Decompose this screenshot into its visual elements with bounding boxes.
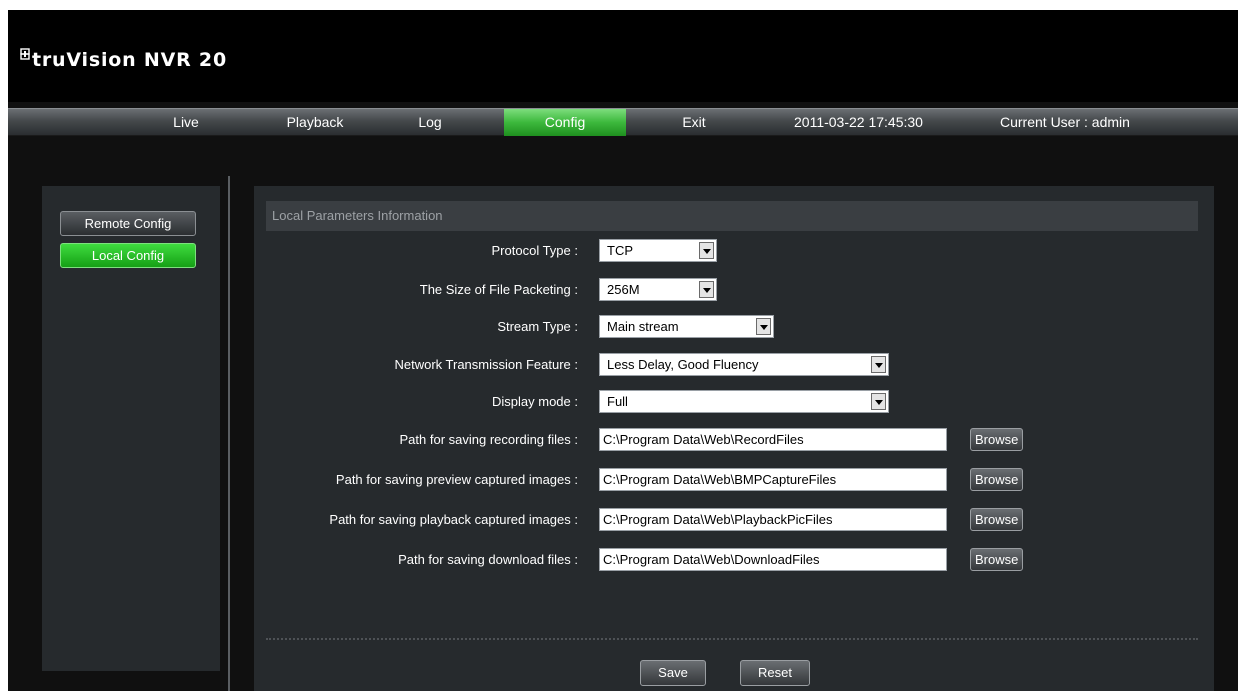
logo: truVision NVR 20 — [20, 41, 227, 71]
file-packet-select[interactable]: 256M — [599, 278, 717, 301]
main-nav: Live Playback Log Config Exit 2011-03-22… — [8, 108, 1238, 136]
playback-path-label: Path for saving playback captured images… — [329, 512, 578, 527]
network-feature-label: Network Transmission Feature : — [394, 357, 578, 372]
local-config-button[interactable]: Local Config — [60, 243, 196, 268]
chevron-down-icon[interactable] — [871, 356, 886, 373]
header: truVision NVR 20 — [8, 10, 1238, 102]
save-button[interactable]: Save — [640, 660, 706, 686]
stream-type-row: Stream Type : Main stream — [254, 314, 1214, 340]
download-path-row: Path for saving download files : C:\Prog… — [254, 547, 1214, 573]
preview-path-browse-button[interactable]: Browse — [970, 468, 1024, 491]
chevron-down-icon[interactable] — [699, 242, 714, 259]
display-mode-row: Display mode : Full — [254, 389, 1214, 415]
protocol-type-select[interactable]: TCP — [599, 239, 717, 262]
network-feature-row: Network Transmission Feature : Less Dela… — [254, 352, 1214, 378]
logo-icon — [20, 48, 30, 60]
nav-log[interactable]: Log — [406, 109, 454, 136]
file-packet-value: 256M — [607, 282, 640, 297]
logo-text: truVision NVR 20 — [32, 49, 227, 71]
chevron-down-icon[interactable] — [871, 393, 886, 410]
file-packet-label: The Size of File Packeting : — [419, 282, 578, 297]
current-user-label: Current User : admin — [1000, 114, 1130, 130]
playback-path-browse-button[interactable]: Browse — [970, 508, 1024, 531]
display-mode-value: Full — [607, 394, 628, 409]
playback-path-input[interactable]: C:\Program Data\Web\PlaybackPicFiles — [599, 508, 947, 531]
vertical-divider — [228, 176, 230, 691]
file-packet-row: The Size of File Packeting : 256M — [254, 277, 1214, 303]
preview-path-row: Path for saving preview captured images … — [254, 467, 1214, 493]
stream-type-select[interactable]: Main stream — [599, 315, 774, 338]
preview-path-input[interactable]: C:\Program Data\Web\BMPCaptureFiles — [599, 468, 947, 491]
download-path-input[interactable]: C:\Program Data\Web\DownloadFiles — [599, 548, 947, 571]
reset-button[interactable]: Reset — [740, 660, 810, 686]
download-path-browse-button[interactable]: Browse — [970, 548, 1024, 571]
chevron-down-icon[interactable] — [756, 318, 771, 335]
protocol-type-label: Protocol Type : — [491, 243, 578, 258]
nav-live[interactable]: Live — [156, 109, 216, 136]
chevron-down-icon[interactable] — [699, 281, 714, 298]
local-params-panel: Local Parameters Information Protocol Ty… — [254, 186, 1214, 691]
network-feature-value: Less Delay, Good Fluency — [607, 357, 759, 372]
protocol-type-value: TCP — [607, 243, 633, 258]
panel-title: Local Parameters Information — [266, 201, 1198, 231]
protocol-type-row: Protocol Type : TCP — [254, 238, 1214, 264]
nav-playback[interactable]: Playback — [276, 109, 354, 136]
display-mode-select[interactable]: Full — [599, 390, 889, 413]
config-sidebar: Remote Config Local Config — [42, 186, 220, 671]
preview-path-label: Path for saving preview captured images … — [335, 472, 578, 487]
record-path-row: Path for saving recording files : C:\Pro… — [254, 427, 1214, 453]
stream-type-value: Main stream — [607, 319, 679, 334]
app-window: truVision NVR 20 Live Playback Log Confi… — [8, 10, 1238, 691]
datetime-display: 2011-03-22 17:45:30 — [794, 114, 923, 130]
nav-config[interactable]: Config — [504, 109, 626, 136]
stream-type-label: Stream Type : — [497, 319, 578, 334]
record-path-label: Path for saving recording files : — [399, 432, 578, 447]
network-feature-select[interactable]: Less Delay, Good Fluency — [599, 353, 889, 376]
remote-config-button[interactable]: Remote Config — [60, 211, 196, 236]
record-path-browse-button[interactable]: Browse — [970, 428, 1024, 451]
playback-path-row: Path for saving playback captured images… — [254, 507, 1214, 533]
nav-exit[interactable]: Exit — [668, 109, 720, 136]
record-path-input[interactable]: C:\Program Data\Web\RecordFiles — [599, 428, 947, 451]
dotted-divider — [266, 638, 1198, 640]
display-mode-label: Display mode : — [492, 394, 578, 409]
download-path-label: Path for saving download files : — [398, 552, 578, 567]
